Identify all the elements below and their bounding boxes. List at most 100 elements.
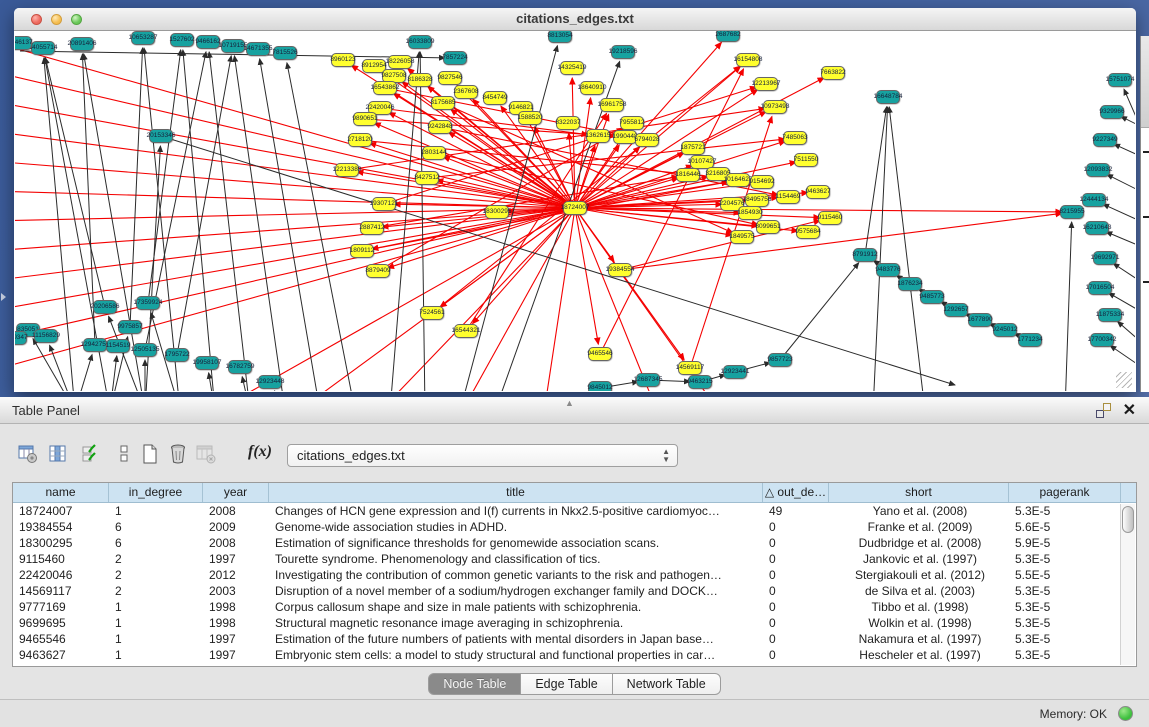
graph-node[interactable]: 9890651	[353, 112, 377, 126]
graph-node[interactable]: 12505135	[133, 343, 157, 357]
table-cell[interactable]: 2009	[203, 519, 269, 535]
graph-node[interactable]: 16544321	[454, 324, 478, 338]
table-cell[interactable]: 5.5E-5	[1009, 567, 1121, 583]
table-cell[interactable]: Disruption of a novel member of a sodium…	[269, 583, 763, 599]
graph-node[interactable]: 16543862	[373, 81, 397, 95]
graph-node[interactable]: 9466162	[196, 35, 220, 49]
vertical-scrollbar[interactable]	[1120, 504, 1135, 665]
graph-node[interactable]: 19307121	[372, 197, 396, 211]
table-cell[interactable]: 1	[109, 647, 203, 663]
table-selector-dropdown[interactable]: citations_edges.txt ▲▼	[287, 444, 678, 467]
graph-node[interactable]: 8454749	[483, 91, 507, 105]
panel-splitter-grip[interactable]: ▲	[565, 398, 574, 408]
network-window-titlebar[interactable]: citations_edges.txt	[14, 8, 1136, 31]
graph-node[interactable]: 9827546	[438, 71, 462, 85]
graph-node[interactable]: 9463215	[688, 375, 712, 389]
table-cell[interactable]: 5.3E-5	[1009, 599, 1121, 615]
column-header-short[interactable]: short	[829, 483, 1009, 502]
graph-node[interactable]: 18640910	[580, 81, 604, 95]
table-cell[interactable]: 2008	[203, 503, 269, 519]
graph-node[interactable]: 16210643	[1085, 221, 1109, 235]
graph-node[interactable]: 14055714	[31, 41, 55, 55]
graph-node[interactable]: 12923441	[723, 365, 747, 379]
table-cell[interactable]: 22420046	[13, 567, 109, 583]
graph-node[interactable]: 14325419	[560, 61, 584, 75]
graph-node[interactable]: 2367608	[454, 85, 478, 99]
table-cell[interactable]: 1	[109, 615, 203, 631]
graph-node[interactable]: 18226058	[388, 55, 412, 69]
table-cell[interactable]: 19384554	[13, 519, 109, 535]
table-cell[interactable]: 5.3E-5	[1009, 647, 1121, 663]
graph-node[interactable]: 8099651	[756, 220, 780, 234]
graph-node[interactable]: 1854930	[738, 206, 762, 220]
row-height-button[interactable]	[112, 441, 136, 467]
graph-node[interactable]: 10719155	[221, 39, 245, 53]
graph-node[interactable]: 1677890	[968, 313, 992, 327]
graph-node[interactable]: 19384554	[608, 263, 632, 277]
table-cell[interactable]: 2	[109, 567, 203, 583]
graph-node[interactable]: 16961758	[600, 98, 624, 112]
delete-table-button[interactable]	[194, 441, 218, 467]
graph-node[interactable]: 12213967	[754, 77, 778, 91]
graph-node[interactable]: 16154808	[736, 53, 760, 67]
table-cell[interactable]: Dudbridge et al. (2008)	[829, 535, 1009, 551]
tab-network-table[interactable]: Network Table	[613, 673, 721, 695]
table-cell[interactable]: de Silva et al. (2003)	[829, 583, 1009, 599]
graph-node[interactable]: 16648784	[876, 90, 900, 104]
graph-node[interactable]: 8322037	[556, 116, 580, 130]
graph-node[interactable]: 7524561	[420, 306, 444, 320]
graph-node[interactable]: 7485063	[783, 131, 807, 145]
graph-node[interactable]: 1816446	[676, 168, 700, 182]
table-cell[interactable]: 6	[109, 519, 203, 535]
table-row[interactable]: 1938455462009Genome-wide association stu…	[13, 519, 1136, 535]
table-cell[interactable]: 2012	[203, 567, 269, 583]
graph-node[interactable]: 17359924	[136, 296, 160, 310]
graph-node[interactable]: 17700342	[1090, 333, 1114, 347]
graph-node[interactable]: 18724007	[563, 201, 587, 215]
table-row[interactable]: 1830029562008Estimation of significance …	[13, 535, 1136, 551]
tab-edge-table[interactable]: Edge Table	[521, 673, 612, 695]
graph-node[interactable]: 20891406	[70, 37, 94, 51]
table-cell[interactable]: 1	[109, 631, 203, 647]
table-cell[interactable]: 1998	[203, 615, 269, 631]
graph-node[interactable]: 11156829	[34, 329, 58, 343]
graph-node[interactable]: 9845012	[588, 381, 612, 391]
table-cell[interactable]: 14569117	[13, 583, 109, 599]
table-cell[interactable]: 2	[109, 551, 203, 567]
canvas-resize-grip[interactable]	[1116, 372, 1132, 388]
graph-node[interactable]: 1849575	[730, 230, 754, 244]
graph-node[interactable]: 1876234	[898, 277, 922, 291]
table-row[interactable]: 946362711997Embryonic stem cells: a mode…	[13, 647, 1136, 663]
table-cell[interactable]: Corpus callosum shape and size in male p…	[269, 599, 763, 615]
table-cell[interactable]: 1	[109, 599, 203, 615]
graph-node[interactable]: 17016504	[1088, 281, 1112, 295]
table-cell[interactable]: 2008	[203, 535, 269, 551]
table-cell[interactable]: 0	[763, 535, 829, 551]
graph-node[interactable]: 14671355	[246, 42, 270, 56]
graph-node[interactable]: 9575684	[796, 225, 820, 239]
table-cell[interactable]: Investigating the contribution of common…	[269, 567, 763, 583]
graph-node[interactable]: 9329966	[1100, 105, 1124, 119]
graph-node[interactable]: 10164627	[726, 173, 750, 187]
table-cell[interactable]: 5.3E-5	[1009, 615, 1121, 631]
table-cell[interactable]: 2	[109, 583, 203, 599]
graph-node[interactable]: 15751074	[1108, 73, 1132, 87]
graph-node[interactable]: 1362615	[586, 129, 610, 143]
graph-node[interactable]: 2887412	[360, 221, 384, 235]
table-cell[interactable]: 1998	[203, 599, 269, 615]
table-cell[interactable]: 18724007	[13, 503, 109, 519]
graph-node[interactable]: 7511550	[794, 153, 818, 167]
table-cell[interactable]: Tibbo et al. (1998)	[829, 599, 1009, 615]
graph-node[interactable]: 12213389	[335, 163, 359, 177]
table-row[interactable]: 1456911722003Disruption of a novel membe…	[13, 583, 1136, 599]
table-cell[interactable]: Franke et al. (2009)	[829, 519, 1009, 535]
graph-node[interactable]: 16033809	[408, 35, 432, 49]
column-header-title[interactable]: title	[269, 483, 763, 502]
graph-node[interactable]: 1292657	[944, 303, 968, 317]
table-cell[interactable]: 9463627	[13, 647, 109, 663]
delete-columns-button[interactable]	[166, 441, 190, 467]
table-cell[interactable]: 49	[763, 503, 829, 519]
table-cell[interactable]: Stergiakouli et al. (2012)	[829, 567, 1009, 583]
graph-node[interactable]: 9483776	[876, 263, 900, 277]
table-cell[interactable]: 1997	[203, 631, 269, 647]
